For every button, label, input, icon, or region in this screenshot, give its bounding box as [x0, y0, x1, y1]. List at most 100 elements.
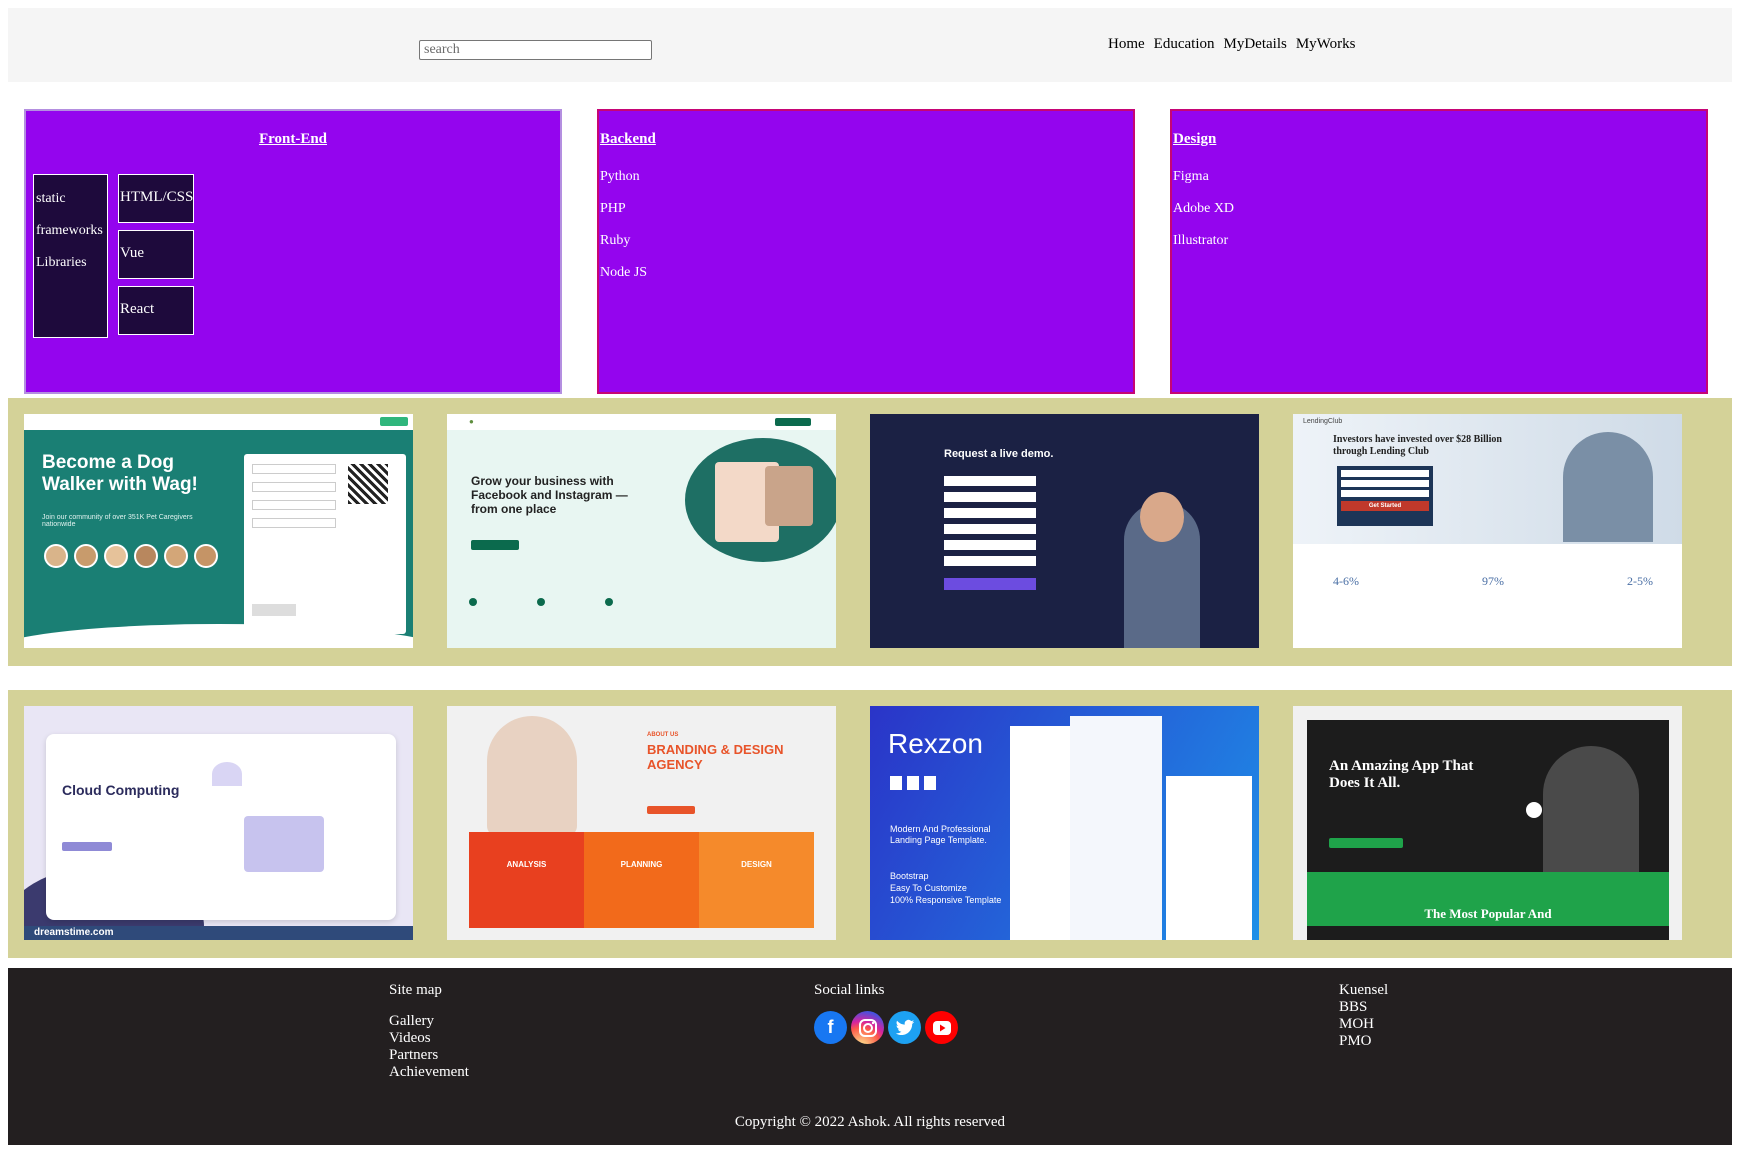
- thumb-form-field: [944, 508, 1036, 518]
- thumb-headline: Rexzon: [888, 728, 983, 759]
- footer-social: Social links f: [814, 982, 958, 1044]
- nav-mydetails[interactable]: MyDetails: [1224, 36, 1287, 53]
- footer-link-bbs[interactable]: BBS: [1339, 999, 1388, 1016]
- footer-others: Kuensel BBS MOH PMO: [1339, 982, 1388, 1050]
- stat-value: 2-5%: [1627, 574, 1653, 588]
- thumb-watermark: dreamstime.com: [34, 927, 114, 938]
- gallery-image-amazing-app[interactable]: An Amazing App That Does It All. The Mos…: [1293, 706, 1682, 940]
- css3-icon: [907, 776, 919, 790]
- thumb-headline: Investors have invested over $28 Billion…: [1333, 434, 1502, 457]
- avatar: [104, 544, 128, 568]
- thumb-person: [487, 716, 577, 836]
- thumb-tag: ABOUT US: [647, 732, 679, 738]
- avatar-row: [44, 544, 218, 568]
- frontend-tech-htmlcss: HTML/CSS: [118, 174, 194, 223]
- lending-club-logo: LendingClub: [1303, 418, 1343, 425]
- gallery-image-live-demo[interactable]: Request a live demo.: [870, 414, 1259, 648]
- instagram-glyph: [858, 1018, 877, 1037]
- frontend-type-frameworks: frameworks: [36, 223, 103, 238]
- list-item: Figma: [1173, 169, 1209, 184]
- html5-icon: [890, 776, 902, 790]
- frontend-title-link[interactable]: Front-End: [26, 131, 560, 148]
- frontend-type-static: static: [36, 191, 66, 206]
- thumb-trial-button: [775, 418, 811, 426]
- thumb-form-field: [944, 492, 1036, 502]
- thumb-stats: 4-6% 97% 2-5%: [1333, 574, 1653, 589]
- frontend-type-libraries: Libraries: [36, 255, 87, 270]
- youtube-glyph: [932, 1020, 951, 1035]
- gallery-image-cloud-computing[interactable]: Cloud Computing dreamstime.com: [24, 706, 413, 940]
- footer-link-partners[interactable]: Partners: [389, 1047, 469, 1064]
- thumb-headline: Become a Dog Walker with Wag!: [42, 452, 198, 495]
- thumb-form-field: [944, 556, 1036, 566]
- twitter-glyph: [895, 1019, 914, 1035]
- thumb-form-field: [1341, 490, 1429, 497]
- thumb-headline: An Amazing App That Does It All.: [1329, 758, 1474, 791]
- footer-link-videos[interactable]: Videos: [389, 1030, 469, 1047]
- avatar: [194, 544, 218, 568]
- avatar: [164, 544, 188, 568]
- thumb-page-preview: [1070, 716, 1162, 940]
- gallery-image-wag[interactable]: Become a Dog Walker with Wag! Join our c…: [24, 414, 413, 648]
- gallery-image-shopify[interactable]: ● Grow your business with Facebook and I…: [447, 414, 836, 648]
- thumb-get-started-button: Get Started: [1341, 501, 1429, 511]
- thumb-form-field: [252, 482, 336, 492]
- shopify-logo: ●: [469, 417, 474, 426]
- thumb-subtext: Modern And Professional Landing Page Tem…: [890, 824, 991, 845]
- search-input[interactable]: [419, 40, 652, 60]
- gallery-row-2: Cloud Computing dreamstime.com ABOUT US …: [8, 690, 1732, 958]
- nav-education[interactable]: Education: [1154, 36, 1215, 53]
- gallery-image-branding-agency[interactable]: ABOUT US BRANDING & DESIGN AGENCY ANALYS…: [447, 706, 836, 940]
- gallery-row-1: Become a Dog Walker with Wag! Join our c…: [8, 398, 1732, 666]
- nav-home[interactable]: Home: [1108, 36, 1145, 53]
- list-item: Node JS: [600, 265, 648, 280]
- thumb-form-card: [244, 454, 406, 634]
- footer-link-achievement[interactable]: Achievement: [389, 1064, 469, 1081]
- nav-myworks[interactable]: MyWorks: [1296, 36, 1356, 53]
- thumb-footer-text: The Most Popular And: [1424, 906, 1552, 921]
- twitter-icon[interactable]: [888, 1011, 921, 1044]
- stat-value: 4-6%: [1333, 574, 1359, 588]
- parachute-icon: [212, 762, 242, 786]
- thumb-person: [1543, 746, 1639, 876]
- feature-dot-icon: [605, 598, 613, 606]
- footer-link-gallery[interactable]: Gallery: [389, 1013, 469, 1030]
- social-icons: f: [814, 1011, 958, 1044]
- frontend-tech-list: HTML/CSS Vue React: [118, 174, 194, 335]
- panel-analysis: ANALYSIS: [469, 832, 584, 928]
- footer-sitemap: Site map Gallery Videos Partners Achieve…: [389, 982, 469, 1081]
- thumb-submit-button: [252, 604, 296, 616]
- frontend-types-panel: static frameworks Libraries: [33, 174, 108, 338]
- thumb-headline: BRANDING & DESIGN AGENCY: [647, 742, 784, 772]
- thumb-panels: ANALYSIS PLANNING DESIGN: [469, 832, 814, 928]
- design-card: Design Figma Adobe XD Illustrator: [1170, 109, 1708, 394]
- avatar: [44, 544, 68, 568]
- thumb-feature-row: [469, 598, 613, 606]
- facebook-icon[interactable]: f: [814, 1011, 847, 1044]
- footer-link-moh[interactable]: MOH: [1339, 1016, 1388, 1033]
- thumb-form-field: [1341, 470, 1429, 477]
- qr-code-icon: [348, 464, 388, 504]
- footer-link-pmo[interactable]: PMO: [1339, 1033, 1388, 1050]
- youtube-icon[interactable]: [925, 1011, 958, 1044]
- list-item: Ruby: [600, 233, 631, 248]
- thumb-cta-button: [62, 842, 112, 851]
- header: Home Education MyDetails MyWorks: [8, 8, 1732, 82]
- footer-link-kuensel[interactable]: Kuensel: [1339, 982, 1388, 999]
- bootstrap-icon: [924, 776, 936, 790]
- backend-card: Backend Python PHP Ruby Node JS: [597, 109, 1135, 394]
- thumb-cta-button: [471, 540, 519, 550]
- footer-social-title: Social links: [814, 982, 885, 998]
- footer-sitemap-title: Site map: [389, 982, 442, 998]
- gallery-image-rexzon[interactable]: Rexzon Modern And Professional Landing P…: [870, 706, 1259, 940]
- design-list: Figma Adobe XD Illustrator: [1173, 167, 1234, 263]
- avatar: [134, 544, 158, 568]
- gallery-image-lending-club[interactable]: LendingClub Investors have invested over…: [1293, 414, 1682, 648]
- design-title-link[interactable]: Design: [1173, 131, 1216, 148]
- frontend-card: Front-End static frameworks Libraries HT…: [24, 109, 562, 394]
- backend-title-link[interactable]: Backend: [600, 131, 656, 148]
- thumb-form-field: [1341, 480, 1429, 487]
- instagram-icon[interactable]: [851, 1011, 884, 1044]
- frontend-tech-vue: Vue: [118, 230, 194, 279]
- feature-item: Easy To Customize: [890, 883, 967, 893]
